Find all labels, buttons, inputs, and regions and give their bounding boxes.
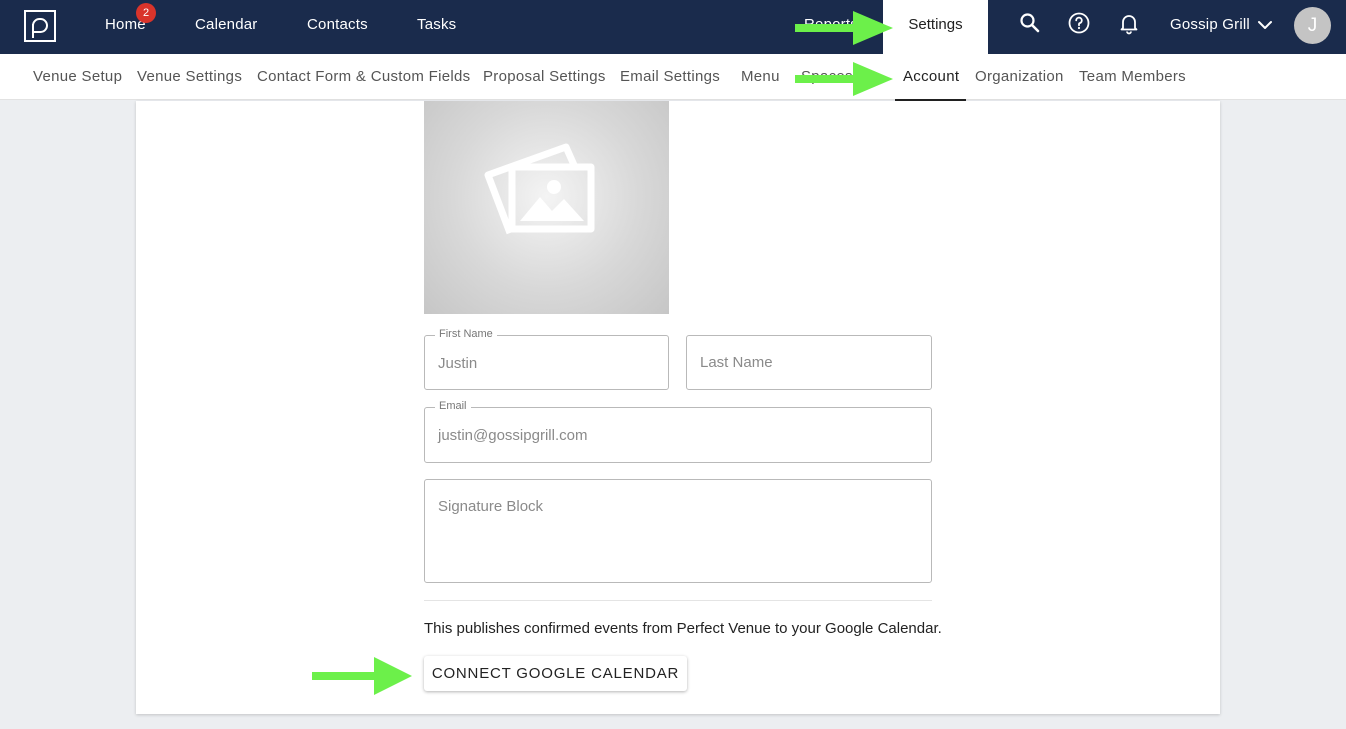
email-label: Email [435,400,471,412]
email-field[interactable]: Email justin@gossipgrill.com [424,400,932,463]
annotation-arrow-icon [795,62,893,96]
account-switcher-label[interactable]: Gossip Grill [1170,0,1250,54]
first-name-label: First Name [435,328,497,340]
section-divider [424,600,932,601]
first-name-value: Justin [438,355,478,372]
settings-subnav: Venue Setup Venue Settings Contact Form … [0,54,1346,100]
help-icon[interactable] [1067,11,1091,35]
email-value: justin@gossipgrill.com [438,427,588,444]
subnav-team-members[interactable]: Team Members [1079,54,1186,100]
subnav-venue-setup[interactable]: Venue Setup [33,54,122,100]
home-notification-badge: 2 [136,3,156,23]
bell-icon[interactable] [1117,11,1141,35]
nav-contacts[interactable]: Contacts [307,0,368,54]
google-calendar-description: This publishes confirmed events from Per… [424,620,942,637]
top-navigation-bar: Home 2 Calendar Contacts Tasks Reports S… [0,0,1346,54]
first-name-field[interactable]: First Name Justin [424,328,669,390]
subnav-email-settings[interactable]: Email Settings [620,54,720,100]
subnav-venue-settings[interactable]: Venue Settings [137,54,242,100]
subnav-contact-form[interactable]: Contact Form & Custom Fields [257,54,470,100]
connect-google-calendar-button[interactable]: CONNECT GOOGLE CALENDAR [424,656,687,691]
last-name-placeholder: Last Name [700,354,773,371]
signature-block-field[interactable]: Signature Block [424,479,932,583]
annotation-arrow-icon [795,11,893,45]
image-icon [484,143,595,235]
chevron-down-icon[interactable] [1254,14,1276,36]
subnav-account[interactable]: Account [903,54,959,100]
perfect-venue-logo[interactable] [24,10,56,42]
nav-calendar[interactable]: Calendar [195,0,257,54]
profile-photo-placeholder[interactable] [424,101,669,314]
last-name-field[interactable]: Last Name [686,335,932,390]
subnav-menu[interactable]: Menu [741,54,780,100]
annotation-arrow-icon [312,657,412,695]
subnav-proposal-settings[interactable]: Proposal Settings [483,54,606,100]
subnav-organization[interactable]: Organization [975,54,1064,100]
search-icon[interactable] [1018,11,1042,35]
nav-tasks[interactable]: Tasks [417,0,456,54]
nav-settings[interactable]: Settings [883,0,988,54]
signature-block-placeholder: Signature Block [438,498,544,515]
user-avatar[interactable]: J [1294,7,1331,44]
